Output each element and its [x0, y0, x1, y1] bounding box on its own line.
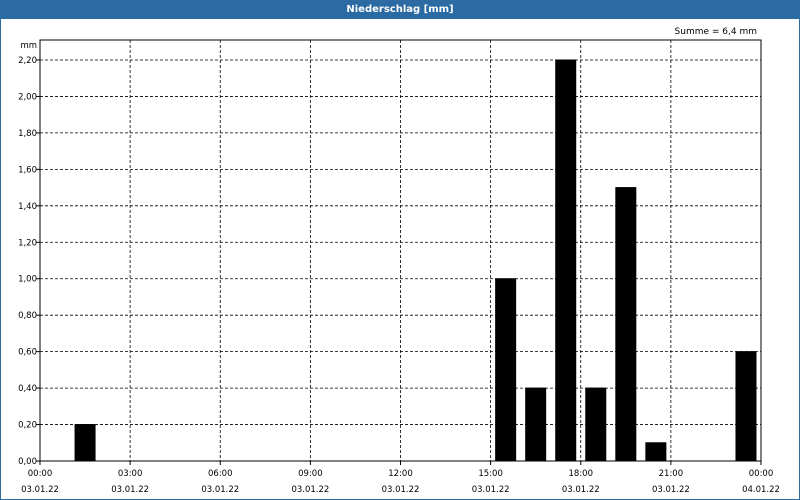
y-tick-label: 0,40: [18, 384, 37, 394]
grid-lines: [40, 40, 761, 461]
precipitation-bar: [525, 387, 547, 462]
x-tick-time-label: 21:00: [659, 469, 684, 479]
precipitation-bar: [74, 424, 96, 462]
x-tick-time-label: 12:00: [388, 469, 413, 479]
y-tick-label: 0,60: [18, 348, 37, 358]
precipitation-bar: [645, 442, 667, 462]
y-tick-label: 1,00: [18, 275, 37, 285]
y-tick-label: 0,00: [18, 457, 37, 467]
x-tick-time-label: 18:00: [569, 469, 594, 479]
x-tick-time-label: 09:00: [298, 469, 323, 479]
x-tick-date-label: 03.01.22: [21, 485, 59, 495]
y-axis-unit-label: mm: [20, 41, 37, 51]
x-tick-time-label: 00:00: [28, 469, 53, 479]
y-tick-label: 1,40: [18, 202, 37, 212]
x-tick-date-label: 03.01.22: [111, 485, 149, 495]
y-tick-label: 0,80: [18, 311, 37, 321]
y-tick-label: 2,00: [18, 92, 37, 102]
axes-group: 0,00 0,20 0,40 0,60 0,80 1,00 1,20 1,40 1,60 1,80…: [18, 39, 780, 495]
x-tick-date-label: 03.01.22: [201, 485, 239, 495]
precipitation-bar: [585, 387, 607, 462]
y-tick-label: 1,80: [18, 129, 37, 139]
precipitation-bar: [555, 59, 577, 462]
x-tick-time-label: 03:00: [118, 469, 143, 479]
y-tick-label: 1,60: [18, 165, 37, 175]
precipitation-bar: [735, 351, 757, 462]
y-tick-label: 2,20: [18, 56, 37, 66]
y-tick-label: 0,20: [18, 421, 37, 431]
precipitation-bar: [495, 278, 517, 462]
x-tick-date-label: 03.01.22: [472, 485, 510, 495]
x-tick-date-label: 03.01.22: [562, 485, 600, 495]
x-tick-date-label: 03.01.22: [652, 485, 690, 495]
x-tick-time-label: 15:00: [478, 469, 503, 479]
precipitation-bar: [615, 187, 637, 462]
x-tick-date-label: 03.01.22: [291, 485, 329, 495]
bars-group: [74, 59, 757, 462]
x-tick-date-label: 03.01.22: [382, 485, 420, 495]
y-tick-label: 1,20: [18, 238, 37, 248]
x-tick-time-label: 06:00: [208, 469, 233, 479]
precipitation-chart: 0,00 0,20 0,40 0,60 0,80 1,00 1,20 1,40 1,60 1,80…: [18, 39, 780, 495]
x-tick-date-label: 04.01.22: [742, 485, 780, 495]
x-tick-time-label: 00:00: [749, 469, 774, 479]
